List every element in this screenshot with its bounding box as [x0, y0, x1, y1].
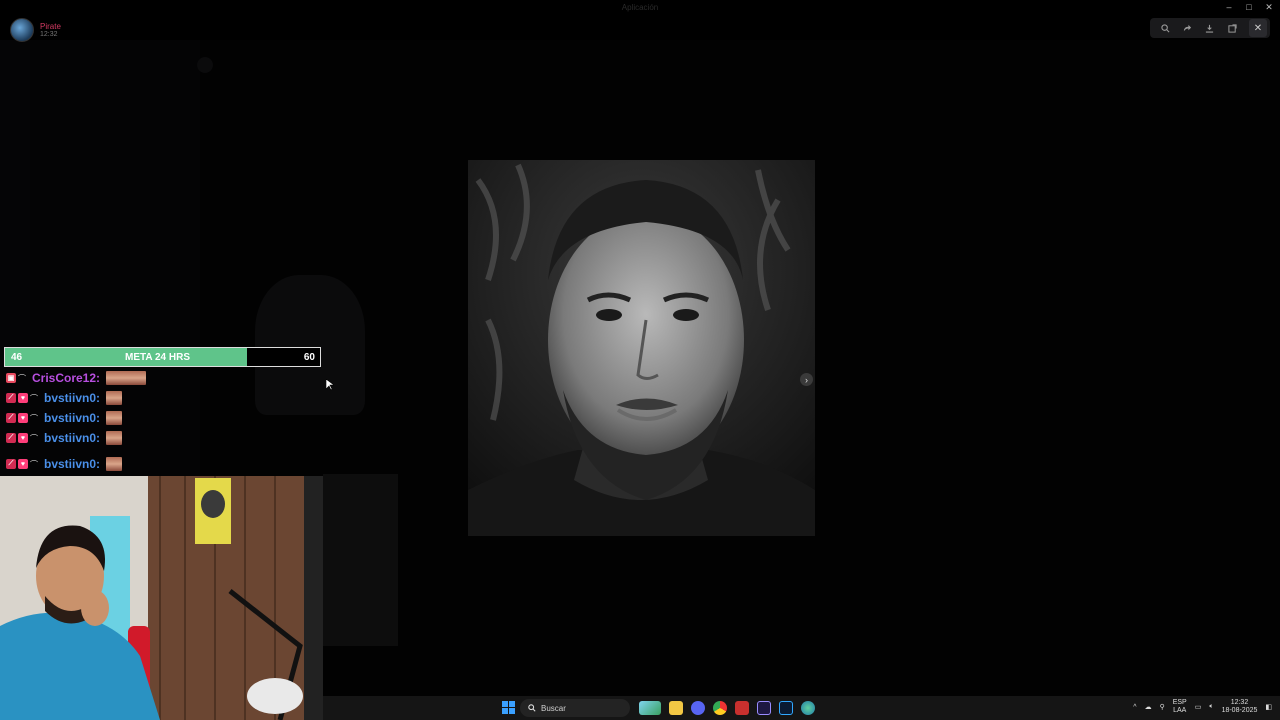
- search-icon: [528, 704, 536, 712]
- goal-target-value: 60: [303, 352, 315, 363]
- chat-emote: [106, 391, 123, 405]
- premiere-icon[interactable]: [757, 701, 771, 715]
- chat-emote: [106, 431, 123, 445]
- background-silhouette: [255, 275, 365, 415]
- viewed-image[interactable]: [468, 160, 815, 536]
- lang-secondary: LAA: [1173, 707, 1187, 714]
- chrome-icon[interactable]: [713, 701, 727, 715]
- chat-username: bvstiivn0:: [44, 431, 101, 445]
- chat-emote: [106, 457, 123, 471]
- author-name: Pirate: [40, 21, 61, 31]
- heart-badge-icon: ♥: [18, 393, 28, 403]
- minimize-icon[interactable]: –: [1224, 2, 1234, 13]
- box-badge-icon: ▣: [6, 373, 16, 383]
- background-card: [323, 474, 398, 646]
- photoshop-icon[interactable]: [779, 701, 793, 715]
- search-label: Buscar: [541, 703, 566, 713]
- clock-date: 18-08-2025: [1221, 707, 1258, 714]
- mic-icon[interactable]: ⚲: [1160, 703, 1165, 711]
- forward-icon[interactable]: [1182, 22, 1194, 34]
- heart-badge-icon: ♥: [18, 413, 28, 423]
- file-explorer-icon[interactable]: [669, 701, 683, 715]
- heart-badge-icon: ♥: [18, 433, 28, 443]
- author-time: 12:32: [40, 30, 58, 38]
- close-viewer-button[interactable]: ✕: [1249, 19, 1267, 37]
- goal-progress-bar: 46 META 24 HRS 60: [4, 347, 321, 367]
- download-icon[interactable]: [1204, 22, 1216, 34]
- heart-badge-icon: ♥: [18, 459, 28, 469]
- chat-message: ⟋ ♥ ⌒ bvstiivn0:: [6, 390, 123, 406]
- goal-current-value: 46: [11, 352, 23, 363]
- taskbar: Buscar ^ ☁ ⚲ ESP LAA ▭ 🔈︎ 12:32 18-08-20…: [323, 696, 1280, 720]
- goal-label: META 24 HRS: [125, 352, 191, 363]
- chat-message: ⟋ ♥ ⌒ bvstiivn0:: [6, 410, 123, 426]
- avatar[interactable]: [10, 18, 34, 42]
- discord-icon[interactable]: [691, 701, 705, 715]
- window-title: Aplicación: [621, 3, 659, 12]
- close-window-icon[interactable]: ✕: [1264, 2, 1274, 13]
- chat-message: ⟋ ♥ ⌒ bvstiivn0:: [6, 430, 123, 446]
- windows-start-icon[interactable]: [502, 701, 515, 719]
- app-red-icon[interactable]: [735, 701, 749, 715]
- monitor-icon[interactable]: ▭: [1195, 703, 1202, 711]
- chat-username: bvstiivn0:: [44, 411, 101, 425]
- mustache-badge-icon: ⌒: [30, 459, 38, 469]
- chat-emote: [106, 371, 147, 385]
- maximize-icon[interactable]: □: [1244, 2, 1254, 13]
- chat-emote: [106, 411, 123, 425]
- volume-icon[interactable]: 🔈︎: [1209, 703, 1213, 711]
- mouse-cursor: [326, 379, 334, 391]
- language-indicator[interactable]: ESP LAA: [1173, 699, 1187, 715]
- zoom-in-icon[interactable]: [1159, 22, 1171, 34]
- clock[interactable]: 12:32 18-08-2025: [1222, 699, 1258, 715]
- lang-primary: ESP: [1172, 699, 1187, 706]
- chat-message: ⟋ ♥ ⌒ bvstiivn0:: [6, 456, 123, 472]
- chat-username: bvstiivn0:: [44, 391, 101, 405]
- system-tray: ^ ☁ ⚲ ESP LAA ▭ 🔈︎ 12:32 18-08-2025 ◧: [1133, 699, 1272, 715]
- cloud-icon[interactable]: ☁: [1145, 703, 1152, 711]
- browser-icon[interactable]: [801, 701, 815, 715]
- mustache-badge-icon: ⌒: [30, 393, 38, 403]
- mustache-badge-icon: ⌒: [30, 433, 38, 443]
- widget-icon[interactable]: [639, 701, 661, 715]
- sword-badge-icon: ⟋: [6, 413, 16, 423]
- chat-message: ▣ ⌒ CrisCore12:: [6, 370, 147, 386]
- notification-icon[interactable]: ◧: [1265, 703, 1272, 711]
- chat-username: CrisCore12:: [32, 371, 101, 385]
- webcam-feed: [0, 476, 323, 720]
- chat-username: bvstiivn0:: [44, 457, 101, 471]
- open-external-icon[interactable]: [1226, 22, 1238, 34]
- sword-badge-icon: ⟋: [6, 459, 16, 469]
- next-image-button[interactable]: ›: [800, 373, 813, 386]
- window-controls: – □ ✕: [1224, 2, 1274, 13]
- mustache-badge-icon: ⌒: [30, 413, 38, 423]
- taskbar-search[interactable]: Buscar: [520, 699, 630, 717]
- mustache-badge-icon: ⌒: [18, 373, 26, 383]
- window-titlebar: Aplicación – □ ✕: [0, 0, 1280, 16]
- sword-badge-icon: ⟋: [6, 393, 16, 403]
- clock-time: 12:32: [1230, 699, 1249, 706]
- sword-badge-icon: ⟋: [6, 433, 16, 443]
- image-author[interactable]: Pirate 12:32: [10, 18, 61, 42]
- chevron-up-icon[interactable]: ^: [1133, 704, 1136, 711]
- taskbar-apps: [639, 701, 815, 715]
- background-avatar: [197, 57, 213, 73]
